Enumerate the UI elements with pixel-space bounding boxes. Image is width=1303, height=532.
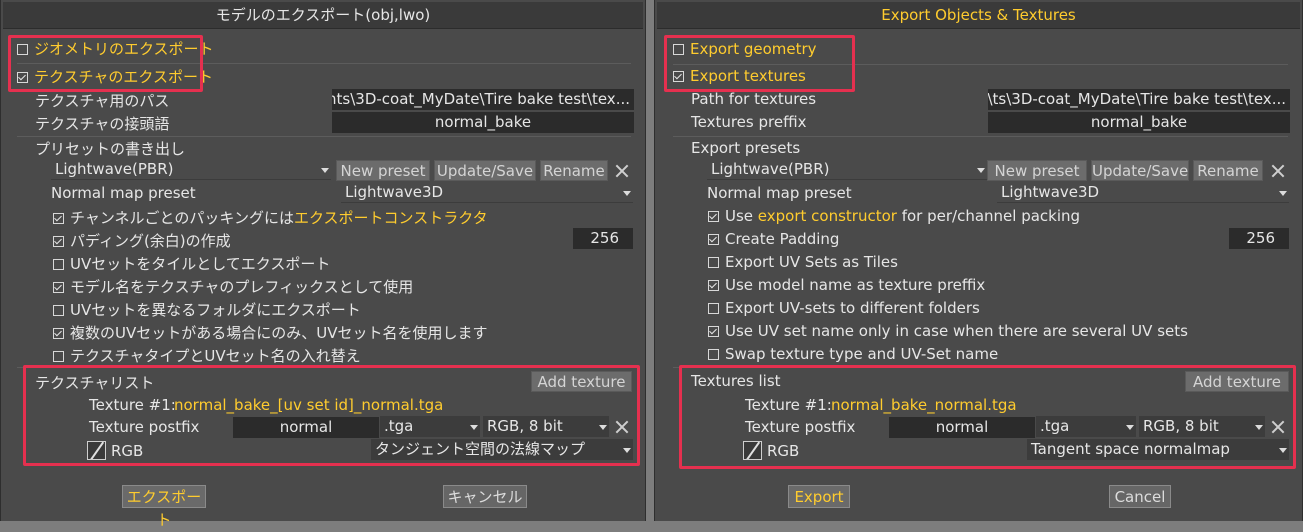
close-icon[interactable] xyxy=(1271,164,1285,178)
padding-input[interactable]: 256 xyxy=(1229,228,1289,249)
new-preset-button[interactable]: New preset xyxy=(987,160,1087,181)
option-text: Use xyxy=(725,207,758,225)
chevron-down-icon xyxy=(623,191,631,196)
path-label: Path for textures xyxy=(691,90,817,108)
option-text: Export UV Sets as Tiles xyxy=(725,253,898,271)
checkbox-checked-icon[interactable] xyxy=(708,211,719,222)
checkbox-icon[interactable] xyxy=(53,305,64,316)
preset-dropdown[interactable]: Lightwave(PBR) xyxy=(51,159,331,180)
option-text: チャンネルごとのパッキングには xyxy=(70,209,294,227)
option-text: UVセットを異なるフォルダにエクスポート xyxy=(70,301,361,319)
checkbox-icon[interactable] xyxy=(53,259,64,270)
checkbox-checked-icon[interactable] xyxy=(708,234,719,245)
option-padding[interactable]: パディング(余白)の作成 xyxy=(53,230,231,251)
preset-value: Lightwave(PBR) xyxy=(55,160,174,178)
checkbox-icon[interactable] xyxy=(708,349,719,360)
export-constructor-link[interactable]: エクスポートコンストラクタ xyxy=(294,209,488,227)
prefix-label: Textures preffix xyxy=(691,113,807,131)
option-uv-tiles[interactable]: UVセットをタイルとしてエクスポート xyxy=(53,253,330,274)
option-uv-name[interactable]: Use UV set name only in case when there … xyxy=(708,322,1188,340)
option-text: パディング(余白)の作成 xyxy=(70,232,231,250)
cancel-button[interactable]: Cancel xyxy=(1109,485,1171,508)
path-input[interactable]: ...ts\3D-coat_MyDate\Tire bake test\tex\ xyxy=(988,89,1290,110)
chevron-down-icon xyxy=(1279,191,1287,196)
dialog-title: モデルのエクスポート(obj,lwo) xyxy=(3,2,643,29)
highlight-box xyxy=(664,35,855,92)
option-diff-folders[interactable]: UVセットを異なるフォルダにエクスポート xyxy=(53,299,361,320)
export-button[interactable]: エクスポート xyxy=(122,485,206,529)
option-uv-tiles[interactable]: Export UV Sets as Tiles xyxy=(708,253,898,271)
dialog-title: Export Objects & Textures xyxy=(657,2,1300,29)
export-dialog-japanese: モデルのエクスポート(obj,lwo) ジオメトリのエクスポート テクスチャのエ… xyxy=(0,0,646,529)
chevron-down-icon xyxy=(977,168,985,173)
option-diff-folders[interactable]: Export UV-sets to different folders xyxy=(708,299,980,317)
option-text: Export UV-sets to different folders xyxy=(725,299,980,317)
update-save-button[interactable]: Update/Save xyxy=(434,160,536,181)
option-constructor[interactable]: Use export constructor for per/channel p… xyxy=(708,207,1080,225)
new-preset-button[interactable]: New preset xyxy=(336,160,430,181)
highlight-box xyxy=(8,35,203,92)
checkbox-checked-icon[interactable] xyxy=(53,282,64,293)
checkbox-checked-icon[interactable] xyxy=(53,213,64,224)
divider xyxy=(17,136,631,137)
prefix-input[interactable]: normal_bake xyxy=(988,112,1290,133)
option-text: Use UV set name only in case when there … xyxy=(725,322,1188,340)
checkbox-icon[interactable] xyxy=(708,303,719,314)
option-text: for per/channel packing xyxy=(896,207,1081,225)
option-swap[interactable]: テクスチャタイプとUVセット名の入れ替え xyxy=(53,345,361,366)
normal-map-preset-label: Normal map preset xyxy=(707,184,852,202)
normal-map-preset-dropdown[interactable]: Lightwave3D xyxy=(341,182,633,203)
normal-map-preset-value: Lightwave3D xyxy=(345,183,444,201)
option-model-name[interactable]: Use model name as texture preffix xyxy=(708,276,985,294)
checkbox-checked-icon[interactable] xyxy=(708,280,719,291)
normal-map-preset-value: Lightwave3D xyxy=(1001,183,1100,201)
cancel-button[interactable]: キャンセル xyxy=(443,485,527,508)
option-text: モデル名をテクスチャのプレフィックスとして使用 xyxy=(70,278,414,296)
normal-map-preset-dropdown[interactable]: Lightwave3D xyxy=(997,182,1289,203)
option-text: テクスチャタイプとUVセット名の入れ替え xyxy=(70,347,361,365)
export-constructor-link[interactable]: export constructor xyxy=(758,207,897,225)
preset-value: Lightwave(PBR) xyxy=(711,160,830,178)
presets-heading: Export presets xyxy=(691,139,801,157)
prefix-input[interactable]: normal_bake xyxy=(332,112,634,133)
rename-button[interactable]: Rename xyxy=(540,160,608,181)
export-dialog-english: Export Objects & Textures Export geometr… xyxy=(654,0,1303,521)
preset-dropdown[interactable]: Lightwave(PBR) xyxy=(707,159,987,180)
option-text: Create Padding xyxy=(725,230,840,248)
update-save-button[interactable]: Update/Save xyxy=(1091,160,1189,181)
padding-input[interactable]: 256 xyxy=(573,228,633,249)
checkbox-icon[interactable] xyxy=(708,257,719,268)
highlight-box xyxy=(679,365,1296,469)
option-uv-name[interactable]: 複数のUVセットがある場合にのみ、UVセット名を使用します xyxy=(53,322,487,343)
presets-heading: プリセットの書き出し xyxy=(35,140,186,158)
close-icon[interactable] xyxy=(615,164,629,178)
highlight-box xyxy=(23,365,640,466)
checkbox-checked-icon[interactable] xyxy=(708,326,719,337)
option-constructor[interactable]: チャンネルごとのパッキングにはエクスポートコンストラクタ xyxy=(53,207,488,228)
option-text: Use model name as texture preffix xyxy=(725,276,986,294)
option-text: 複数のUVセットがある場合にのみ、UVセット名を使用します xyxy=(70,324,488,342)
export-button[interactable]: Export xyxy=(788,485,850,508)
normal-map-preset-label: Normal map preset xyxy=(51,184,196,202)
chevron-down-icon xyxy=(321,168,329,173)
option-padding[interactable]: Create Padding xyxy=(708,230,839,248)
option-text: Swap texture type and UV-Set name xyxy=(725,345,999,363)
rename-button[interactable]: Rename xyxy=(1193,160,1263,181)
path-label: テクスチャ用のパス xyxy=(35,92,170,110)
option-swap[interactable]: Swap texture type and UV-Set name xyxy=(708,345,998,363)
path-input[interactable]: ...ents\3D-coat_MyDate\Tire bake test\te… xyxy=(332,89,634,110)
checkbox-checked-icon[interactable] xyxy=(53,328,64,339)
prefix-label: テクスチャの接頭語 xyxy=(35,115,170,133)
divider xyxy=(673,136,1288,137)
checkbox-icon[interactable] xyxy=(53,351,64,362)
checkbox-checked-icon[interactable] xyxy=(53,236,64,247)
option-text: UVセットをタイルとしてエクスポート xyxy=(70,255,331,273)
option-model-name[interactable]: モデル名をテクスチャのプレフィックスとして使用 xyxy=(53,276,413,297)
